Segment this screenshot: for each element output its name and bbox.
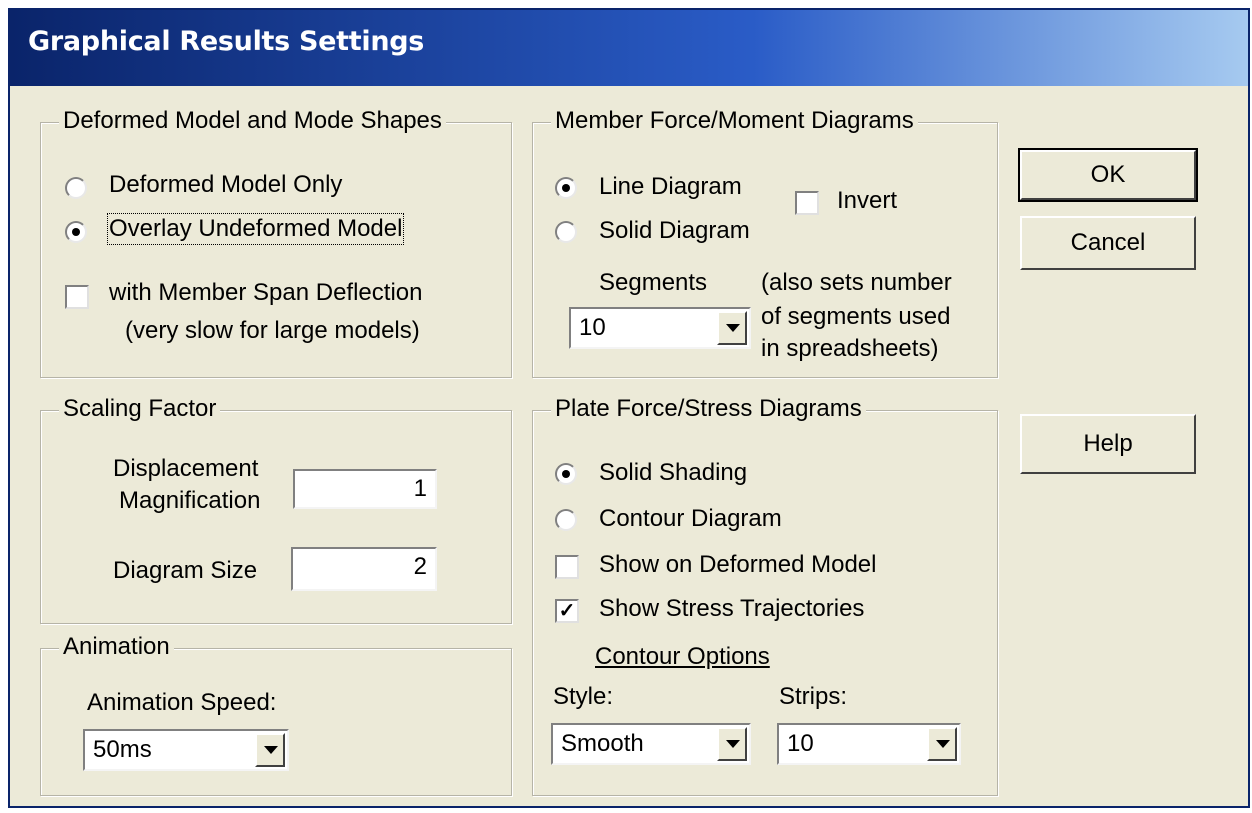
solid-diagram-label[interactable]: Solid Diagram	[599, 217, 750, 245]
segments-note-line3: in spreadsheets)	[761, 335, 939, 362]
dialog-title: Graphical Results Settings	[28, 26, 425, 57]
plate-force-group: Plate Force/Stress Diagrams Solid Shadin…	[532, 395, 998, 796]
line-diagram-radio[interactable]	[555, 177, 577, 199]
style-dropdown[interactable]: Smooth	[551, 723, 751, 765]
contour-diagram-label[interactable]: Contour Diagram	[599, 505, 782, 533]
style-label: Style:	[553, 683, 614, 710]
cancel-button[interactable]: Cancel	[1020, 216, 1196, 270]
segments-label: Segments	[599, 269, 708, 296]
member-span-deflection-label[interactable]: with Member Span Deflection	[109, 279, 422, 307]
animation-group: Animation Animation Speed: 50ms	[40, 633, 512, 796]
help-button[interactable]: Help	[1020, 414, 1196, 474]
strips-label: Strips:	[779, 683, 848, 710]
overlay-undeformed-label[interactable]: Overlay Undeformed Model	[106, 213, 405, 245]
strips-value: 10	[787, 730, 814, 757]
segments-note-line2: of segments used	[761, 303, 951, 330]
deformed-model-legend: Deformed Model and Mode Shapes	[59, 107, 446, 135]
invert-checkbox[interactable]	[795, 191, 819, 215]
segments-value: 10	[579, 314, 606, 341]
diagram-size-label: Diagram Size	[113, 557, 258, 584]
segments-note-line1: (also sets number	[761, 269, 952, 296]
invert-label[interactable]: Invert	[837, 187, 897, 215]
dialog-window: Graphical Results Settings Deformed Mode…	[8, 8, 1250, 808]
solid-shading-radio[interactable]	[555, 463, 577, 485]
contour-options-link[interactable]: Contour Options	[595, 643, 770, 671]
displacement-label-line2: Magnification	[119, 487, 261, 514]
ok-button[interactable]: OK	[1018, 148, 1198, 202]
line-diagram-label[interactable]: Line Diagram	[599, 173, 742, 201]
displacement-magnification-input[interactable]: 1	[293, 469, 437, 509]
dropdown-arrow-icon[interactable]	[255, 733, 285, 767]
cancel-button-label: Cancel	[1070, 229, 1146, 256]
animation-speed-value: 50ms	[93, 736, 152, 763]
contour-diagram-radio[interactable]	[555, 509, 577, 531]
show-deformed-checkbox[interactable]	[555, 555, 579, 579]
solid-shading-label[interactable]: Solid Shading	[599, 459, 747, 487]
show-deformed-label[interactable]: Show on Deformed Model	[599, 551, 876, 579]
plate-force-legend: Plate Force/Stress Diagrams	[551, 395, 866, 423]
show-trajectories-checkbox[interactable]: ✓	[555, 599, 579, 623]
member-force-group: Member Force/Moment Diagrams Line Diagra…	[532, 107, 998, 378]
dropdown-arrow-icon[interactable]	[717, 311, 747, 345]
deformed-model-group: Deformed Model and Mode Shapes Deformed …	[40, 107, 512, 378]
strips-dropdown[interactable]: 10	[777, 723, 961, 765]
scaling-factor-group: Scaling Factor Displacement Magnificatio…	[40, 395, 512, 624]
animation-speed-dropdown[interactable]: 50ms	[83, 729, 289, 771]
member-force-legend: Member Force/Moment Diagrams	[551, 107, 918, 135]
overlay-undeformed-radio[interactable]	[65, 221, 87, 243]
member-span-deflection-note: (very slow for large models)	[125, 317, 420, 344]
animation-speed-label: Animation Speed:	[87, 689, 277, 716]
show-trajectories-label[interactable]: Show Stress Trajectories	[599, 595, 864, 623]
deformed-only-radio[interactable]	[65, 177, 87, 199]
displacement-label-line1: Displacement	[113, 455, 259, 482]
radio-selected-dot	[562, 470, 570, 478]
radio-selected-dot	[562, 184, 570, 192]
help-button-label: Help	[1083, 430, 1133, 457]
segments-dropdown[interactable]: 10	[569, 307, 751, 349]
radio-selected-dot	[72, 228, 80, 236]
style-value: Smooth	[561, 730, 644, 757]
title-bar[interactable]: Graphical Results Settings	[10, 10, 1248, 86]
scaling-factor-legend: Scaling Factor	[59, 395, 221, 423]
dropdown-arrow-icon[interactable]	[927, 727, 957, 761]
animation-legend: Animation	[59, 633, 174, 661]
member-span-deflection-checkbox[interactable]	[65, 285, 89, 309]
diagram-size-input[interactable]: 2	[291, 547, 437, 591]
ok-button-label: OK	[1090, 161, 1126, 188]
deformed-only-label[interactable]: Deformed Model Only	[109, 171, 342, 199]
solid-diagram-radio[interactable]	[555, 221, 577, 243]
dropdown-arrow-icon[interactable]	[717, 727, 747, 761]
